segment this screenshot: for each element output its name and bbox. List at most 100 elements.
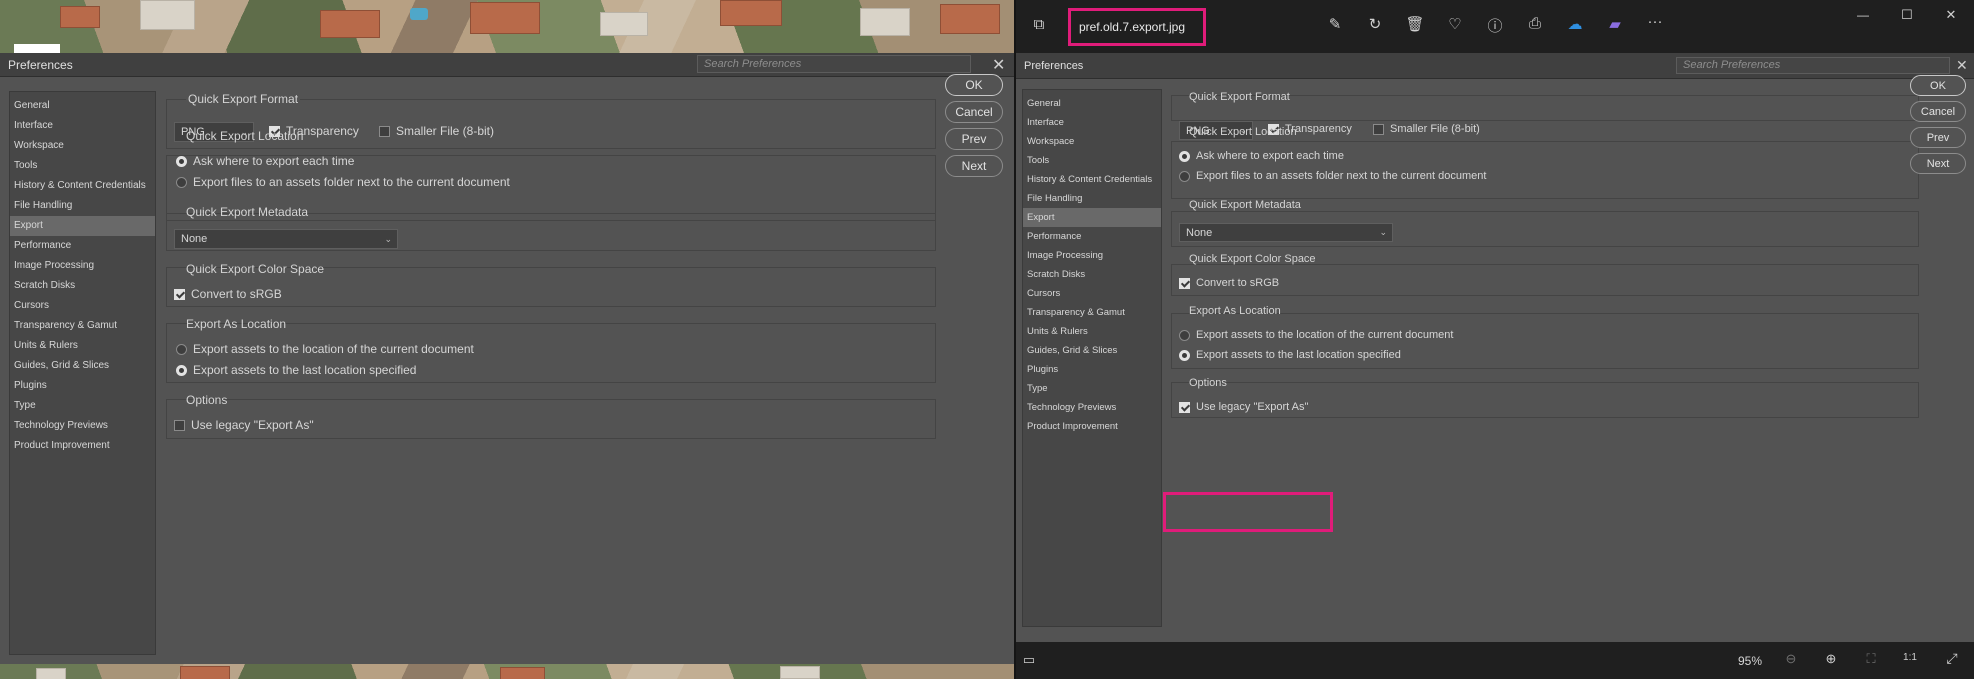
zoom-in-icon[interactable]: ⊕ xyxy=(1820,651,1842,667)
close-icon[interactable]: ✕ xyxy=(1956,57,1968,74)
group-title: Quick Export Location xyxy=(1189,126,1297,138)
metadata-select[interactable]: None ⌄ xyxy=(174,229,398,249)
sidebar-item-cursors[interactable]: Cursors xyxy=(1023,284,1161,303)
checkbox-checked[interactable] xyxy=(1179,401,1190,413)
quick-export-colorspace-group xyxy=(1171,264,1919,296)
filmstrip-icon[interactable]: ▭ xyxy=(1018,652,1040,668)
sidebar-item-scratch-disks[interactable]: Scratch Disks xyxy=(10,276,155,296)
metadata-select[interactable]: None ⌄ xyxy=(1179,223,1393,242)
ok-button[interactable]: OK xyxy=(945,74,1003,96)
assets-folder-radio[interactable]: Export files to an assets folder next to… xyxy=(176,175,510,189)
radio-selected[interactable] xyxy=(176,155,187,167)
prev-button[interactable]: Prev xyxy=(1910,127,1966,148)
sidebar-item-tools[interactable]: Tools xyxy=(1023,151,1161,170)
sidebar-item-interface[interactable]: Interface xyxy=(10,116,155,136)
sidebar-item-product-improvement[interactable]: Product Improvement xyxy=(10,436,155,456)
sidebar-item-product-improvement[interactable]: Product Improvement xyxy=(1023,417,1161,436)
delete-icon[interactable]: 🗑 xyxy=(1404,15,1426,33)
checkbox-unchecked[interactable] xyxy=(1373,123,1384,135)
sidebar-item-transparency[interactable]: Transparency & Gamut xyxy=(1023,303,1161,322)
sidebar-item-plugins[interactable]: Plugins xyxy=(1023,360,1161,379)
sidebar-item-type[interactable]: Type xyxy=(1023,379,1161,398)
aerial-photo-bottom xyxy=(0,664,1014,679)
export-current-doc-radio[interactable]: Export assets to the location of the cur… xyxy=(1179,329,1453,341)
sidebar-item-technology-previews[interactable]: Technology Previews xyxy=(10,416,155,436)
convert-srgb-checkbox[interactable]: Convert to sRGB xyxy=(174,287,282,301)
next-button[interactable]: Next xyxy=(1910,153,1966,174)
maximize-icon[interactable]: ☐ xyxy=(1896,7,1918,23)
chevron-down-icon: ⌄ xyxy=(384,233,392,244)
onedrive-icon[interactable]: ☁ xyxy=(1564,15,1586,33)
search-preferences-input[interactable]: Search Preferences xyxy=(1676,57,1950,74)
radio-unselected[interactable] xyxy=(176,176,187,188)
checkbox-checked[interactable] xyxy=(174,288,185,300)
sidebar-item-image-processing[interactable]: Image Processing xyxy=(1023,246,1161,265)
sidebar-item-image-processing[interactable]: Image Processing xyxy=(10,256,155,276)
radio-selected[interactable] xyxy=(1179,150,1190,162)
sidebar-item-technology-previews[interactable]: Technology Previews xyxy=(1023,398,1161,417)
sidebar-item-export[interactable]: Export xyxy=(1023,208,1161,227)
checkbox-unchecked[interactable] xyxy=(174,419,185,431)
cancel-button[interactable]: Cancel xyxy=(945,101,1003,123)
sidebar-item-history[interactable]: History & Content Credentials xyxy=(1023,170,1161,189)
smaller-file-checkbox[interactable]: Smaller File (8-bit) xyxy=(379,124,494,138)
minimize-icon[interactable]: — xyxy=(1852,8,1874,22)
export-current-doc-radio[interactable]: Export assets to the location of the cur… xyxy=(176,342,474,356)
ask-each-time-radio[interactable]: Ask where to export each time xyxy=(176,154,354,168)
print-icon[interactable]: ⎙ xyxy=(1524,15,1546,32)
cancel-button[interactable]: Cancel xyxy=(1910,101,1966,122)
sidebar-item-guides[interactable]: Guides, Grid & Slices xyxy=(1023,341,1161,360)
smaller-file-checkbox[interactable]: Smaller File (8-bit) xyxy=(1373,123,1480,135)
sidebar-item-workspace[interactable]: Workspace xyxy=(10,136,155,156)
sidebar-item-file-handling[interactable]: File Handling xyxy=(1023,189,1161,208)
sidebar-item-interface[interactable]: Interface xyxy=(1023,113,1161,132)
sidebar-item-general[interactable]: General xyxy=(1023,94,1161,113)
radio-unselected[interactable] xyxy=(1179,329,1190,341)
ask-each-time-radio[interactable]: Ask where to export each time xyxy=(1179,150,1344,162)
use-legacy-export-checkbox[interactable]: Use legacy "Export As" xyxy=(1179,401,1308,413)
radio-unselected[interactable] xyxy=(1179,170,1190,182)
sidebar-item-performance[interactable]: Performance xyxy=(1023,227,1161,246)
radio-selected[interactable] xyxy=(176,364,187,376)
sidebar-item-plugins[interactable]: Plugins xyxy=(10,376,155,396)
fit-to-window-icon[interactable]: ⛶ xyxy=(1860,651,1882,667)
ok-button[interactable]: OK xyxy=(1910,75,1966,96)
sidebar-item-scratch-disks[interactable]: Scratch Disks xyxy=(1023,265,1161,284)
checkbox-checked[interactable] xyxy=(1179,277,1190,289)
info-icon[interactable]: ⓘ xyxy=(1484,15,1506,36)
prev-button[interactable]: Prev xyxy=(945,128,1003,150)
radio-selected[interactable] xyxy=(1179,349,1190,361)
close-icon[interactable]: ✕ xyxy=(992,55,1005,75)
zoom-out-icon[interactable]: ⊖ xyxy=(1780,651,1802,667)
clipchamp-icon[interactable]: ▰ xyxy=(1604,15,1626,33)
sidebar-item-file-handling[interactable]: File Handling xyxy=(10,196,155,216)
use-legacy-export-checkbox[interactable]: Use legacy "Export As" xyxy=(174,418,314,432)
export-last-location-radio[interactable]: Export assets to the last location speci… xyxy=(176,363,416,377)
edit-icon[interactable]: ✎ xyxy=(1324,15,1346,33)
sidebar-item-performance[interactable]: Performance xyxy=(10,236,155,256)
assets-folder-radio[interactable]: Export files to an assets folder next to… xyxy=(1179,170,1486,182)
sidebar-item-general[interactable]: General xyxy=(10,96,155,116)
radio-unselected[interactable] xyxy=(176,343,187,355)
sidebar-item-history[interactable]: History & Content Credentials xyxy=(10,176,155,196)
more-icon[interactable]: ··· xyxy=(1644,13,1666,30)
sidebar-item-export[interactable]: Export xyxy=(10,216,155,236)
actual-size-icon[interactable]: 1:1 xyxy=(1899,652,1921,663)
sidebar-item-units[interactable]: Units & Rulers xyxy=(1023,322,1161,341)
sidebar-item-units[interactable]: Units & Rulers xyxy=(10,336,155,356)
favorite-icon[interactable]: ♡ xyxy=(1444,15,1466,33)
checkbox-unchecked[interactable] xyxy=(379,125,390,137)
sidebar-item-transparency[interactable]: Transparency & Gamut xyxy=(10,316,155,336)
window-close-icon[interactable]: ✕ xyxy=(1940,7,1962,23)
convert-srgb-checkbox[interactable]: Convert to sRGB xyxy=(1179,277,1279,289)
export-last-location-radio[interactable]: Export assets to the last location speci… xyxy=(1179,349,1401,361)
sidebar-item-type[interactable]: Type xyxy=(10,396,155,416)
search-preferences-input[interactable]: Search Preferences xyxy=(697,55,971,73)
next-button[interactable]: Next xyxy=(945,155,1003,177)
sidebar-item-cursors[interactable]: Cursors xyxy=(10,296,155,316)
sidebar-item-workspace[interactable]: Workspace xyxy=(1023,132,1161,151)
sidebar-item-tools[interactable]: Tools xyxy=(10,156,155,176)
fullscreen-icon[interactable]: ⤢ xyxy=(1941,650,1963,667)
rotate-icon[interactable]: ↻ xyxy=(1364,15,1386,33)
sidebar-item-guides[interactable]: Guides, Grid & Slices xyxy=(10,356,155,376)
